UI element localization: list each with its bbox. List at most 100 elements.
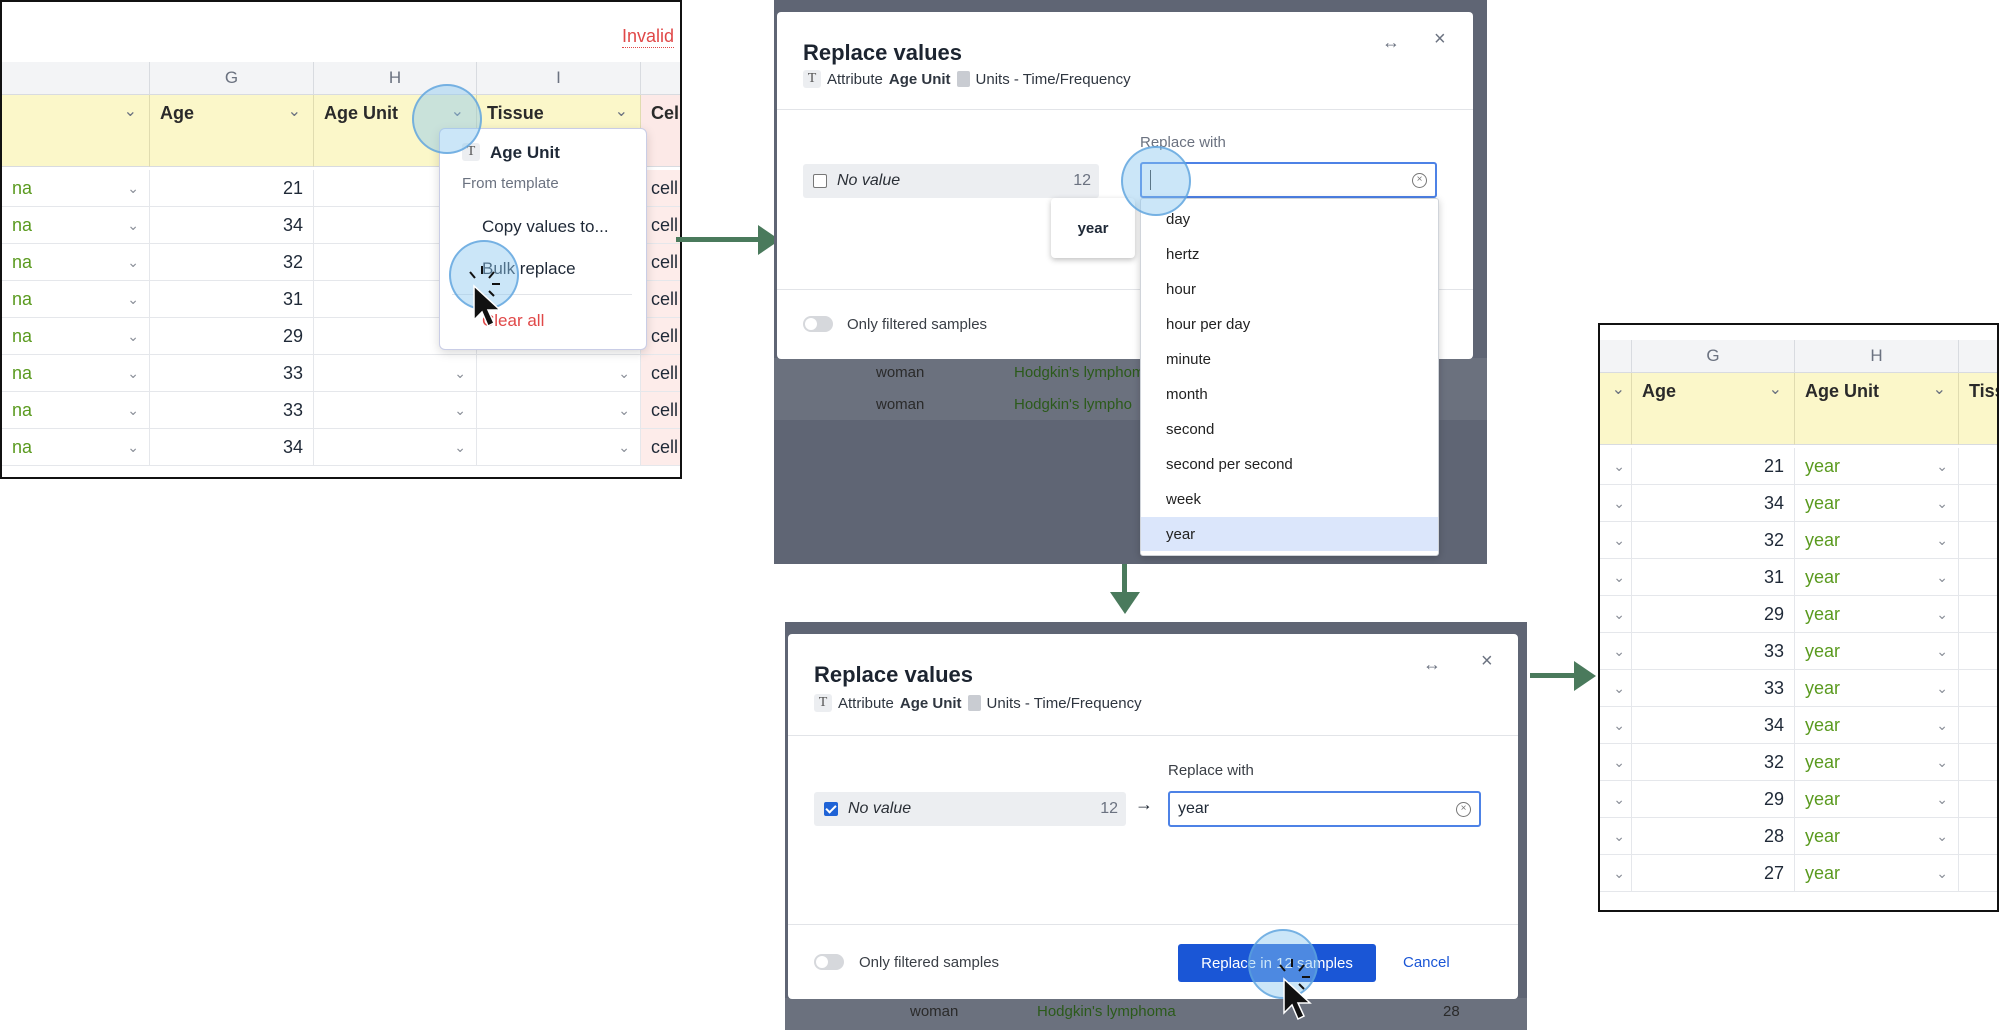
table-cell-age-unit[interactable]: year ⌄ (1795, 522, 1959, 559)
chevron-down-icon[interactable]: ⌄ (618, 365, 630, 382)
cancel-button[interactable]: Cancel (1403, 954, 1450, 971)
table-cell-tissue[interactable] (1959, 670, 1997, 707)
table-cell-age[interactable]: 29 (1632, 781, 1795, 818)
chevron-down-icon[interactable]: ⌄ (1613, 680, 1625, 697)
table-cell-age-unit[interactable]: ⌄ (314, 355, 477, 392)
clear-icon[interactable]: × (1456, 801, 1471, 817)
no-value-checkbox[interactable] (824, 802, 838, 816)
table-cell-tissue[interactable] (1959, 707, 1997, 744)
column-header-f[interactable] (2, 62, 150, 95)
table-cell-prefix[interactable]: ⌄ (1600, 559, 1632, 596)
chevron-down-icon[interactable]: ⌄ (1769, 379, 1782, 399)
clear-icon[interactable]: × (1412, 172, 1427, 188)
chevron-down-icon[interactable]: ⌄ (1936, 865, 1948, 882)
chevron-down-icon[interactable]: ⌄ (454, 439, 466, 456)
table-cell-cell[interactable]: cell (641, 355, 680, 392)
table-cell-prefix[interactable]: ⌄ (1600, 744, 1632, 781)
dropdown-option-hour[interactable]: hour (1141, 272, 1438, 306)
column-header-i[interactable] (1959, 340, 1997, 373)
chevron-down-icon[interactable]: ⌄ (1613, 865, 1625, 882)
expand-icon[interactable]: ↔ (1423, 654, 1441, 675)
dropdown-option-day[interactable]: day (1141, 202, 1438, 236)
dropdown-option-second-per-second[interactable]: second per second (1141, 447, 1438, 481)
replace-with-input[interactable]: year × (1168, 791, 1481, 827)
field-header-age[interactable]: Age ⌄ (150, 95, 314, 167)
no-value-row[interactable]: No value 12 (803, 164, 1099, 198)
table-cell-cell[interactable]: cell (641, 170, 680, 207)
chevron-down-icon[interactable]: ⌄ (127, 291, 139, 308)
column-header-i[interactable]: I (477, 62, 641, 95)
chevron-down-icon[interactable]: ⌄ (454, 365, 466, 382)
chevron-down-icon[interactable]: ⌄ (1936, 754, 1948, 771)
table-cell-age[interactable]: 33 (1632, 633, 1795, 670)
table-cell-age[interactable]: 29 (1632, 596, 1795, 633)
table-cell-age[interactable]: 21 (1632, 448, 1795, 485)
table-cell-tissue[interactable] (1959, 818, 1997, 855)
chevron-down-icon[interactable]: ⌄ (618, 439, 630, 456)
only-filtered-toggle[interactable] (814, 954, 844, 970)
table-cell-cell[interactable]: cell (641, 281, 680, 318)
table-cell-prefix[interactable]: na ⌄ (2, 318, 150, 355)
table-cell-age[interactable]: 34 (1632, 707, 1795, 744)
dropdown-option-month[interactable]: month (1141, 377, 1438, 411)
column-header-f[interactable] (1600, 340, 1632, 373)
dropdown-option-week[interactable]: week (1141, 482, 1438, 516)
chevron-down-icon[interactable]: ⌄ (127, 254, 139, 271)
chevron-down-icon[interactable]: ⌄ (1613, 495, 1625, 512)
table-cell-age[interactable]: 28 (1632, 818, 1795, 855)
table-cell-prefix[interactable]: ⌄ (1600, 522, 1632, 559)
table-cell-cell[interactable]: cell (641, 429, 680, 466)
table-cell-tissue[interactable] (1959, 559, 1997, 596)
expand-icon[interactable]: ↔ (1382, 32, 1400, 53)
table-cell-tissue[interactable] (1959, 485, 1997, 522)
chevron-down-icon[interactable]: ⌄ (1613, 717, 1625, 734)
table-cell-prefix[interactable]: na ⌄ (2, 281, 150, 318)
field-header-tissue[interactable]: Tiss (1959, 373, 1997, 445)
field-header-age-unit[interactable]: Age Unit ⌄ (1795, 373, 1959, 445)
invalid-filter-link[interactable]: Invalid (622, 26, 675, 48)
table-cell-cell[interactable]: cell (641, 392, 680, 429)
table-cell-age[interactable]: 33 (150, 392, 314, 429)
chevron-down-icon[interactable]: ⌄ (1613, 569, 1625, 586)
chevron-down-icon[interactable]: ⌄ (618, 402, 630, 419)
table-cell-prefix[interactable]: ⌄ (1600, 707, 1632, 744)
chevron-down-icon[interactable]: ⌄ (1936, 532, 1948, 549)
table-cell-tissue[interactable]: ⌄ (477, 355, 641, 392)
chevron-down-icon[interactable]: ⌄ (288, 101, 301, 121)
field-header-cell[interactable]: Cell (641, 95, 680, 167)
chevron-down-icon[interactable]: ⌄ (1613, 791, 1625, 808)
field-header-prev[interactable]: ⌄ (1600, 373, 1632, 445)
table-cell-prefix[interactable]: ⌄ (1600, 818, 1632, 855)
only-filtered-toggle[interactable] (803, 316, 833, 332)
table-cell-age-unit[interactable]: year ⌄ (1795, 781, 1959, 818)
table-cell-prefix[interactable]: na ⌄ (2, 429, 150, 466)
column-header-j[interactable] (641, 62, 680, 95)
chevron-down-icon[interactable]: ⌄ (1936, 680, 1948, 697)
chevron-down-icon[interactable]: ⌄ (1936, 495, 1948, 512)
table-cell-age-unit[interactable]: year ⌄ (1795, 707, 1959, 744)
chevron-down-icon[interactable]: ⌄ (1936, 717, 1948, 734)
table-cell-age[interactable]: 32 (1632, 522, 1795, 559)
table-cell-prefix[interactable]: na ⌄ (2, 392, 150, 429)
chevron-down-icon[interactable]: ⌄ (127, 365, 139, 382)
table-cell-age-unit[interactable]: year ⌄ (1795, 670, 1959, 707)
chevron-down-icon[interactable]: ⌄ (454, 402, 466, 419)
chevron-down-icon[interactable]: ⌄ (1613, 828, 1625, 845)
field-header-age[interactable]: Age ⌄ (1632, 373, 1795, 445)
dropdown-option-minute[interactable]: minute (1141, 342, 1438, 376)
table-cell-age[interactable]: 33 (1632, 670, 1795, 707)
field-header-prev[interactable]: ⌄ (2, 95, 150, 167)
table-cell-age[interactable]: 21 (150, 170, 314, 207)
table-cell-age-unit[interactable]: year ⌄ (1795, 559, 1959, 596)
table-cell-age-unit[interactable]: ⌄ (314, 429, 477, 466)
chevron-down-icon[interactable]: ⌄ (1613, 532, 1625, 549)
table-cell-tissue[interactable] (1959, 855, 1997, 892)
chevron-down-icon[interactable]: ⌄ (127, 180, 139, 197)
table-cell-prefix[interactable]: na ⌄ (2, 207, 150, 244)
table-cell-age-unit[interactable]: year ⌄ (1795, 744, 1959, 781)
table-cell-prefix[interactable]: ⌄ (1600, 781, 1632, 818)
chevron-down-icon[interactable]: ⌄ (127, 217, 139, 234)
chevron-down-icon[interactable]: ⌄ (1613, 754, 1625, 771)
column-header-g[interactable]: G (1632, 340, 1795, 373)
chevron-down-icon[interactable]: ⌄ (127, 402, 139, 419)
